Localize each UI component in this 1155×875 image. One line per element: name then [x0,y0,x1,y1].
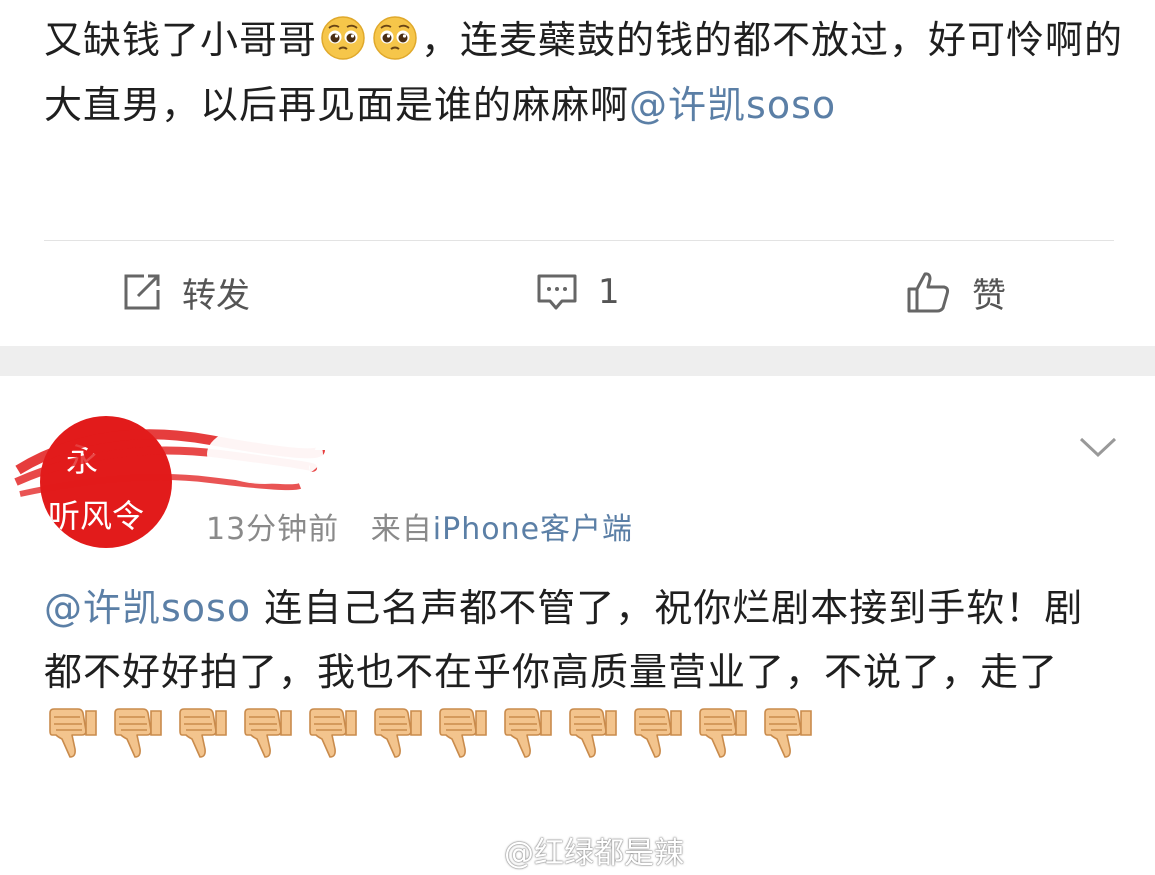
post-card-1: 又缺钱了小哥哥 ，连麦蘗鼓的钱的都不放过，好可怜啊的大直男，以后再见面是谁的麻麻… [0,0,1155,346]
repost-button[interactable]: 转发 [122,262,250,322]
thumbs-down-emoji [114,708,162,758]
post-text: 又缺钱了小哥哥 ，连麦蘗鼓的钱的都不放过，好可怜啊的大直男，以后再见面是谁的麻麻… [44,8,1124,138]
thumbs-down-emoji [569,708,617,758]
mention-link[interactable]: @许凯soso [44,586,251,630]
thumbs-down-emoji [179,708,227,758]
mention-link[interactable]: @许凯soso [629,83,836,127]
source-prefix: 来自 [370,512,433,547]
redaction-scribble [14,424,325,497]
comment-button[interactable]: 1 [536,262,620,322]
section-separator [0,346,1155,376]
like-icon [907,272,950,313]
post-text-part: 又缺钱了小哥哥 [44,18,318,62]
thumbs-down-emoji [439,708,487,758]
weibo-logo-icon [459,836,496,866]
thumbs-down-group [44,708,824,758]
thumbs-down-emoji [634,708,682,758]
post-card-2: 永 听风令 13分钟前 来自iPhone客户端 @许凯soso 连自己名声都不管… [0,376,1155,875]
watermark-text: @红绿都是辣 [504,836,684,871]
repost-label: 转发 [182,275,250,316]
pleading-face-emoji [321,16,365,60]
like-button[interactable]: 赞 [906,262,1006,322]
action-bar: 转发 1 赞 [0,262,1155,322]
comment-text: @许凯soso 连自己名声都不管了，祝你烂剧本接到手软！剧都不好好拍了，我也不在… [44,576,1119,768]
comment-icon [537,274,577,310]
thumbs-down-emoji [309,708,357,758]
like-label: 赞 [972,275,1006,316]
chevron-down-icon[interactable] [1078,434,1118,460]
divider [44,240,1114,241]
post-meta: 13分钟前 来自iPhone客户端 [206,504,633,548]
post-time: 13分钟前 [206,512,340,547]
pleading-face-emoji [373,16,417,60]
thumbs-down-emoji [504,708,552,758]
watermark: @红绿都是辣 [458,828,684,872]
thumbs-down-emoji [49,708,97,758]
thumbs-down-emoji [244,708,292,758]
comment-count: 1 [598,272,620,312]
post-source[interactable]: iPhone客户端 [433,512,633,547]
thumbs-down-emoji [699,708,747,758]
thumbs-down-emoji [764,708,812,758]
thumbs-down-emoji [374,708,422,758]
repost-icon [124,274,160,310]
